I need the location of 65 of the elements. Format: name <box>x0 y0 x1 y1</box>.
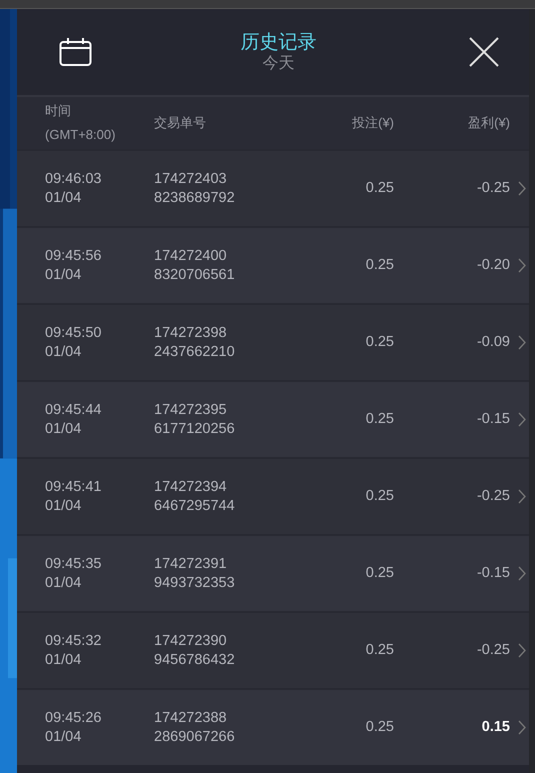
chevron-right-icon[interactable] <box>518 335 526 350</box>
date-cell-text: 01/04 <box>45 574 82 592</box>
order-number: 174272391 <box>154 554 228 574</box>
order-number: 174272403 <box>154 170 228 188</box>
chevron-right-icon[interactable] <box>518 258 526 273</box>
bet-amount: 0.25 <box>366 642 394 658</box>
chevron-right-icon[interactable] <box>518 181 526 196</box>
column-header: 交易单号 <box>154 115 206 130</box>
date-cell-text: 01/04 <box>45 420 82 438</box>
column-header: (GMT+8:00) <box>45 126 116 144</box>
bet-amount: 0.25 <box>366 411 394 427</box>
bet-amount: 0.25 <box>366 257 394 273</box>
close-icon[interactable] <box>469 37 499 67</box>
order-number: 174272394 <box>154 478 228 496</box>
profit-amount: -0.15 <box>476 411 510 427</box>
chevron-right-icon[interactable] <box>518 720 526 735</box>
date-cell-text: 01/04 <box>45 650 82 670</box>
profit-amount: 0.15 <box>482 719 510 735</box>
order-number: 174272390 <box>154 632 228 650</box>
order-number: 9493732353 <box>154 574 236 592</box>
order-number: 6177120256 <box>154 420 236 438</box>
time-cell-text: 09:46:03 <box>45 170 102 188</box>
date-cell-text: 01/04 <box>45 496 82 516</box>
bet-amount: 0.25 <box>366 180 394 196</box>
order-number: 2869067266 <box>154 728 236 746</box>
column-header: 盈利(¥) <box>468 115 510 130</box>
chevron-right-icon[interactable] <box>518 643 526 658</box>
order-number: 174272388 <box>154 708 228 728</box>
profit-amount: -0.09 <box>476 334 510 350</box>
order-number: 174272400 <box>154 246 228 266</box>
time-cell-text: 09:45:35 <box>45 554 102 574</box>
order-number: 174272398 <box>154 324 228 342</box>
profit-amount: -0.15 <box>476 565 510 581</box>
bet-amount: 0.25 <box>366 565 394 581</box>
time-cell-text: 09:45:26 <box>45 708 102 728</box>
profit-amount: -0.25 <box>476 488 510 504</box>
time-cell-text: 09:45:50 <box>45 324 102 342</box>
order-number: 9456786432 <box>154 650 236 670</box>
chevron-right-icon[interactable] <box>518 566 526 581</box>
column-header: 时间 <box>45 102 72 120</box>
time-cell-text: 09:45:56 <box>45 246 102 266</box>
order-number: 174272395 <box>154 400 228 420</box>
date-cell-text: 01/04 <box>45 342 82 362</box>
chevron-right-icon[interactable] <box>518 412 526 427</box>
profit-amount: -0.20 <box>476 257 510 273</box>
date-cell-text: 01/04 <box>45 266 82 284</box>
column-header: 投注(¥) <box>352 115 394 130</box>
date-subtitle: 今天 <box>262 54 294 72</box>
bet-amount: 0.25 <box>366 488 394 504</box>
panel-title: 历史记录 <box>240 32 316 54</box>
bet-amount: 0.25 <box>366 719 394 735</box>
profit-amount: -0.25 <box>476 180 510 196</box>
chevron-right-icon[interactable] <box>518 489 526 504</box>
bet-amount: 0.25 <box>366 334 394 350</box>
time-cell-text: 09:45:44 <box>45 400 102 420</box>
order-number: 6467295744 <box>154 496 236 516</box>
time-cell-text: 09:45:32 <box>45 632 102 650</box>
order-number: 8238689792 <box>154 188 236 208</box>
order-number: 8320706561 <box>154 266 236 284</box>
profit-amount: -0.25 <box>476 642 510 658</box>
time-cell-text: 09:45:41 <box>45 478 102 496</box>
date-cell-text: 01/04 <box>45 188 82 208</box>
order-number: 2437662210 <box>154 342 236 362</box>
date-cell-text: 01/04 <box>45 728 82 746</box>
calendar-icon[interactable] <box>59 37 92 67</box>
